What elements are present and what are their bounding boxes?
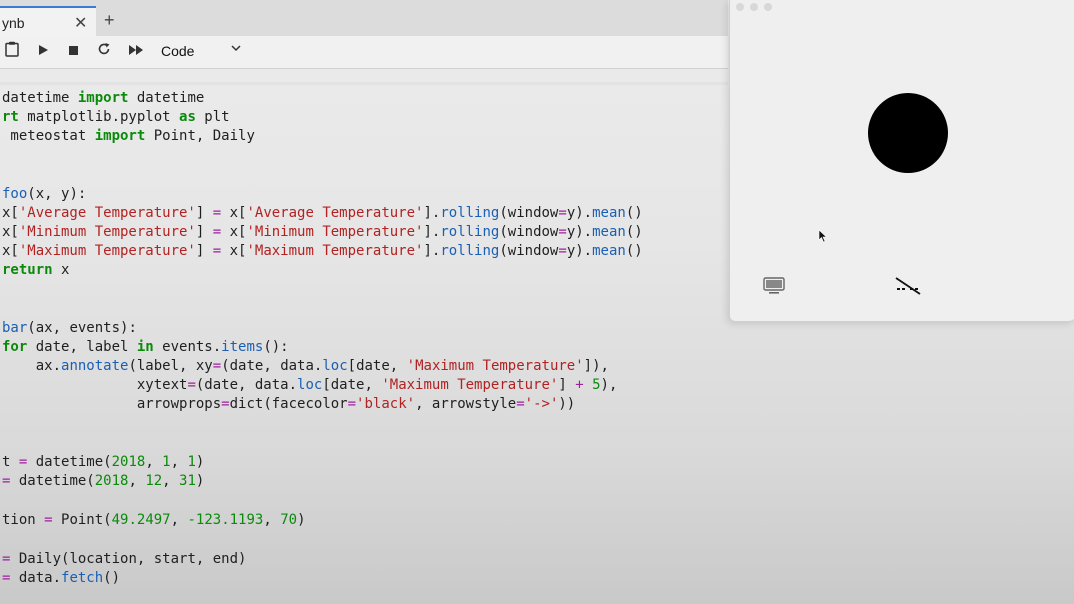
code-line: for date, label in events.items(): xyxy=(2,339,289,355)
close-icon[interactable]: ✕ xyxy=(74,13,87,33)
code-cell[interactable]: datetime import datetime rt matplotlib.p… xyxy=(0,86,730,604)
code-line: = datetime(2018, 12, 31) xyxy=(2,473,205,489)
cell-divider xyxy=(0,82,728,85)
code-line: return x xyxy=(2,262,70,278)
code-line: ax.annotate(label, xy=(date, data.loc[da… xyxy=(2,358,609,374)
tab-label: ynb xyxy=(2,15,25,31)
code-line: rt matplotlib.pyplot as plt xyxy=(2,109,230,125)
window-minimize-button[interactable] xyxy=(750,3,758,11)
code-line: arrowprops=dict(facecolor='black', arrow… xyxy=(2,396,576,412)
code-line: x['Minimum Temperature'] = x['Minimum Te… xyxy=(2,224,643,240)
window-zoom-button[interactable] xyxy=(764,3,772,11)
code-line: datetime import datetime xyxy=(2,90,205,106)
cell-type-select[interactable]: Code xyxy=(161,43,194,59)
window-close-button[interactable] xyxy=(736,3,744,11)
screen: ynb ✕ + Code datetime import datetime rt… xyxy=(0,0,1074,604)
captions-off-icon[interactable] xyxy=(894,276,922,301)
mouse-cursor-icon xyxy=(818,229,828,248)
tab-notebook[interactable]: ynb ✕ xyxy=(0,6,96,36)
monitor-icon[interactable] xyxy=(763,277,785,300)
tab-bar: ynb ✕ + xyxy=(0,0,728,37)
chevron-down-icon[interactable] xyxy=(230,42,242,57)
code-line: bar(ax, events): xyxy=(2,320,137,336)
code-line: tion = Point(49.2497, -123.1193, 70) xyxy=(2,512,306,528)
camera-circle xyxy=(868,93,948,173)
code-line: xytext=(date, data.loc[date, 'Maximum Te… xyxy=(2,377,618,393)
code-line: foo(x, y): xyxy=(2,186,87,202)
code-line: = Daily(location, start, end) xyxy=(2,551,247,567)
add-tab-icon[interactable]: + xyxy=(104,10,115,31)
floating-window[interactable] xyxy=(729,0,1074,322)
code-line: = data.fetch() xyxy=(2,570,121,586)
play-icon[interactable] xyxy=(36,41,50,63)
notebook-toolbar: Code xyxy=(0,36,728,69)
fast-forward-icon[interactable] xyxy=(127,41,145,63)
restart-icon[interactable] xyxy=(96,41,112,63)
code-line: t = datetime(2018, 1, 1) xyxy=(2,454,205,470)
code-line: x['Maximum Temperature'] = x['Maximum Te… xyxy=(2,243,643,259)
stop-icon[interactable] xyxy=(66,41,80,63)
clipboard-icon[interactable] xyxy=(4,41,20,63)
code-line: meteostat import Point, Daily xyxy=(2,128,255,144)
code-line: x['Average Temperature'] = x['Average Te… xyxy=(2,205,643,221)
